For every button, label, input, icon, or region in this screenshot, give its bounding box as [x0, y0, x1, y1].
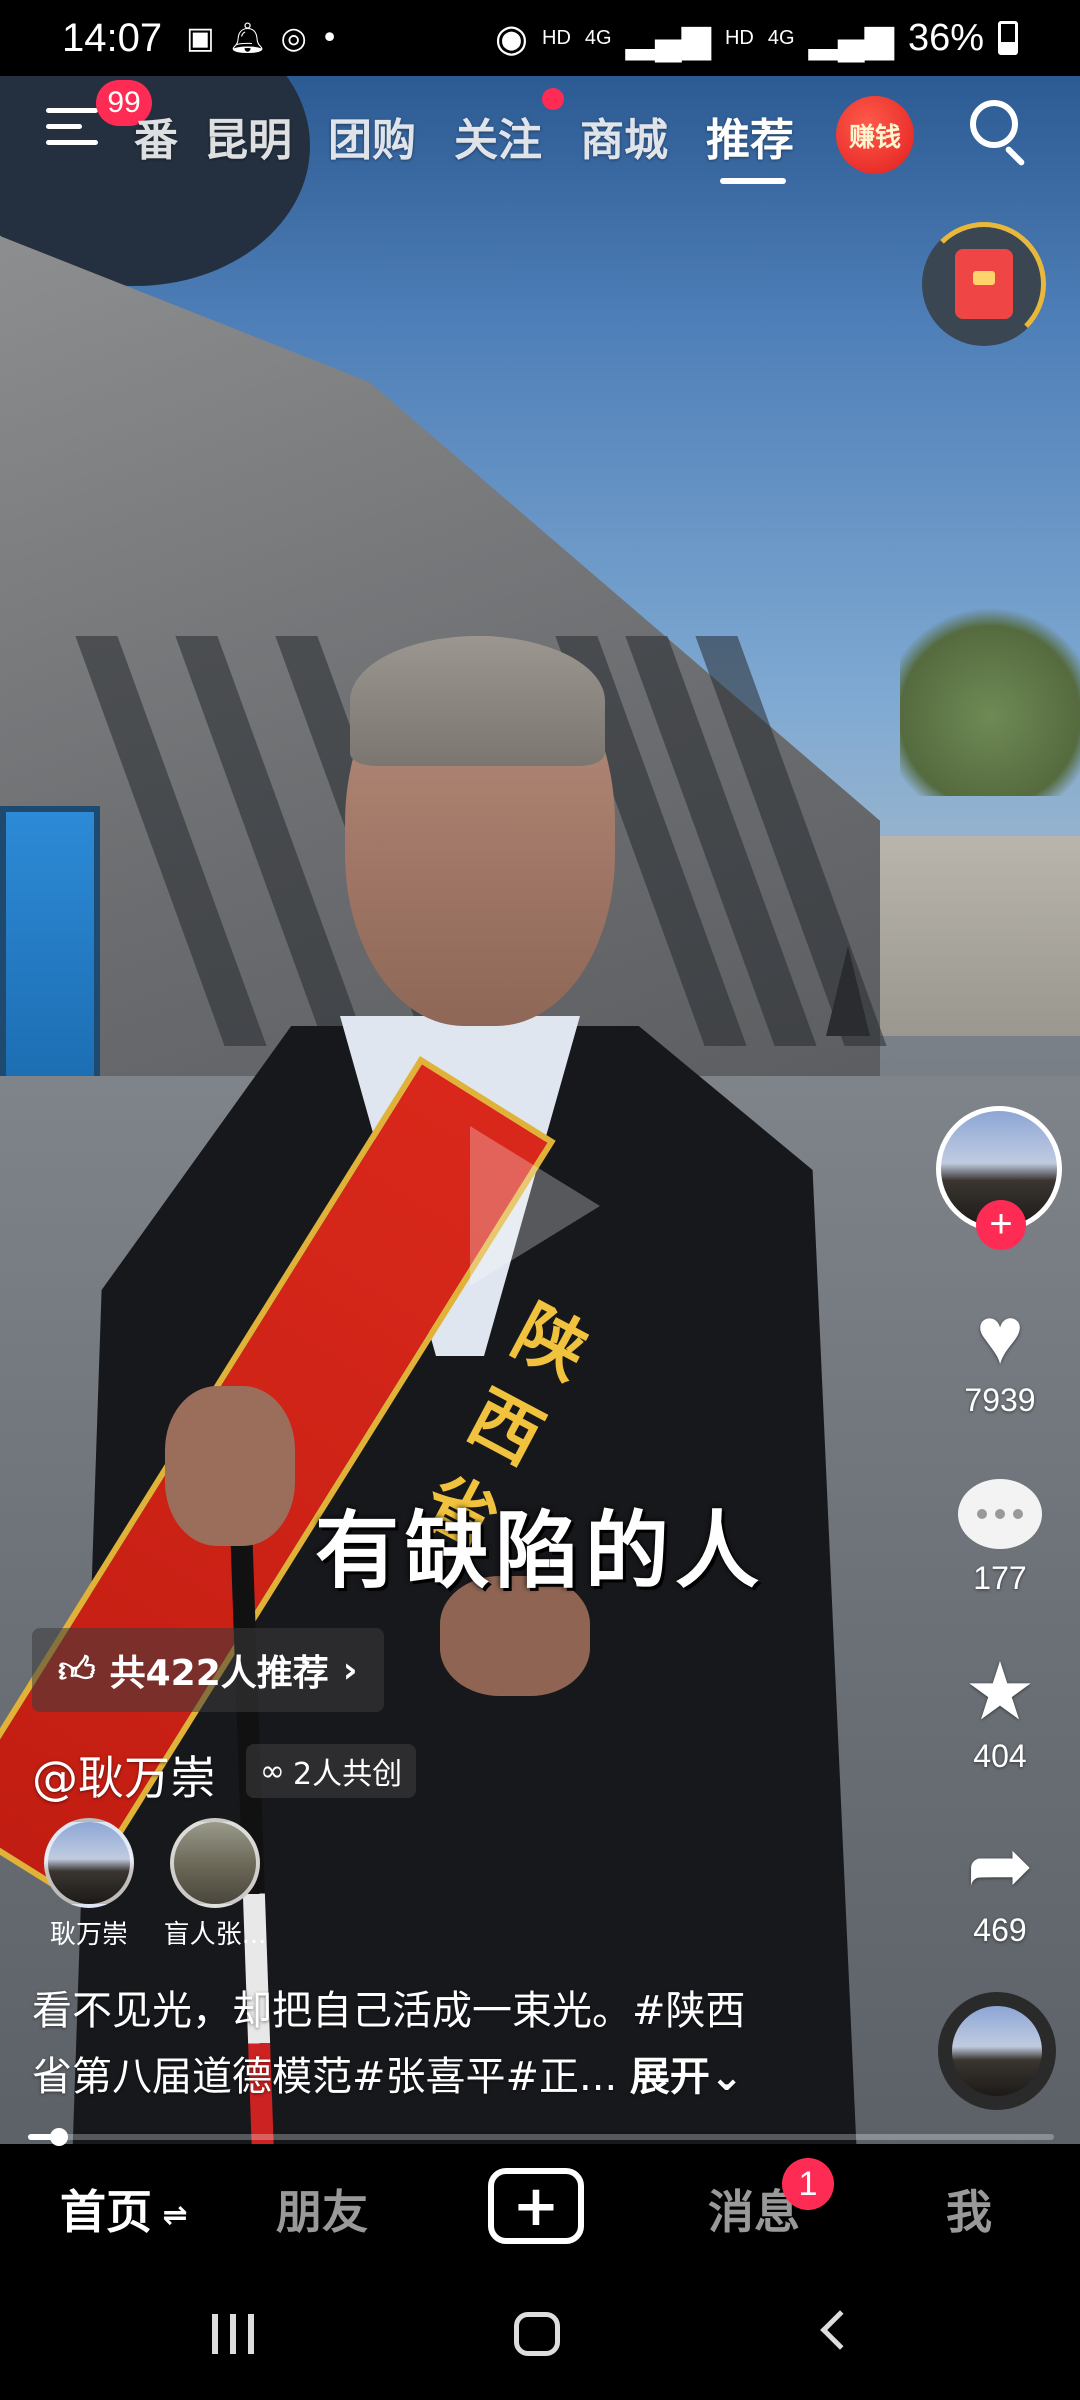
messages-badge: 1 — [782, 2158, 834, 2210]
network-label-hd-2: HD — [724, 26, 754, 49]
person-hair — [350, 636, 605, 766]
tab-recommend[interactable]: 推荐 — [706, 104, 794, 168]
create-button[interactable]: + — [488, 2168, 584, 2244]
heart-icon: ♥ — [976, 1291, 1024, 1380]
network-label-hd: HD — [542, 26, 571, 49]
link-icon: ∞ — [260, 1753, 285, 1789]
battery-icon — [998, 21, 1018, 55]
bottom-tab-bar: 首页 ⇌ 朋友 + 消息 我 — [0, 2146, 1080, 2270]
home-icon[interactable] — [514, 2312, 560, 2356]
expand-button[interactable]: 展开⌄ — [630, 2054, 744, 2100]
favorite-button[interactable]: ★ 404 — [930, 1646, 1070, 1775]
menu-icon[interactable] — [46, 108, 98, 150]
tab-mall[interactable]: 商城 — [580, 104, 668, 168]
signal-icon-2: ▂▄▆ — [808, 17, 894, 60]
video-player[interactable]: 陕西省 — [0, 76, 1080, 2144]
comment-icon — [958, 1479, 1042, 1549]
comment-button[interactable]: 177 — [930, 1468, 1070, 1597]
progress-handle[interactable] — [49, 2128, 68, 2146]
status-time: 14:07 — [62, 15, 163, 60]
red-envelope-icon — [955, 249, 1013, 319]
network-label-4g-2: 4G — [767, 26, 795, 49]
share-arrow-icon: ➦ — [966, 1821, 1034, 1910]
thumbs-up-icon: 👍︎ — [58, 1650, 96, 1691]
dot-icon: • — [320, 20, 339, 56]
tab-kunming[interactable]: 昆明 — [204, 104, 292, 168]
kiosk — [0, 806, 100, 1106]
cocreate-chip[interactable]: ∞ 2人共创 — [246, 1744, 417, 1798]
share-count: 469 — [973, 1912, 1027, 1948]
trees — [900, 596, 1080, 796]
follow-button[interactable]: + — [976, 1200, 1026, 1250]
hotspot-icon: ◉ — [494, 17, 529, 60]
cocreate-label: 2人共创 — [293, 1757, 403, 1792]
gallery-icon: ▣ — [186, 20, 215, 56]
video-description[interactable]: 看不见光，却把自己活成一束光。#陕西 省第八届道德模范#张喜平#正... 展开⌄ — [32, 1978, 812, 2110]
status-bar: 14:07 ▣ 🔔︎ ◎ • ◉ HD 4G ▂▄▆ HD 4G ▂▄▆ 36% — [0, 0, 1080, 76]
comment-count: 177 — [973, 1560, 1027, 1596]
cocreator-avatar[interactable] — [44, 1818, 134, 1908]
recommend-text: 共422人推荐 — [109, 1653, 329, 1694]
star-icon: ★ — [964, 1647, 1036, 1736]
music-disc[interactable] — [938, 1992, 1056, 2110]
chevron-down-icon: ⌄ — [709, 2054, 744, 2100]
alarm-bell-icon: 🔔︎ — [228, 20, 267, 56]
tab-following[interactable]: 关注 — [454, 104, 542, 168]
cocreator-name[interactable]: 盲人张... — [140, 1914, 290, 1951]
swap-icon: ⇌ — [152, 2198, 188, 2233]
author-name[interactable]: @耿万崇 — [32, 1742, 216, 1808]
chevron-right-icon: › — [342, 1649, 358, 1691]
video-subtitle: 有缺陷的人 — [314, 1501, 765, 1600]
description-line: 看不见光，却把自己活成一束光。#陕西 — [32, 1988, 746, 2034]
tab-friends[interactable]: 朋友 — [276, 2176, 368, 2242]
active-tab-indicator — [720, 178, 786, 184]
description-line: 省第八届道德模范#张喜平#正... — [32, 2054, 618, 2100]
traffic-cone — [826, 946, 870, 1036]
tab-partial[interactable]: 番 — [134, 104, 178, 168]
wechat-icon: ◎ — [280, 20, 307, 56]
tab-groupbuy[interactable]: 团购 — [328, 104, 416, 168]
recents-icon[interactable] — [212, 2314, 254, 2354]
search-icon[interactable] — [970, 100, 1032, 167]
play-icon[interactable] — [470, 1126, 600, 1286]
system-nav-bar — [0, 2270, 1080, 2400]
earn-money-button[interactable]: 赚钱 — [836, 96, 914, 174]
cocreator-avatar[interactable] — [170, 1818, 260, 1908]
red-packet-button[interactable] — [922, 222, 1046, 346]
recommend-chip[interactable]: 👍︎ 共422人推荐 › — [32, 1628, 384, 1712]
like-button[interactable]: ♥ 7939 — [930, 1290, 1070, 1419]
battery-text: 36% — [907, 16, 984, 59]
tab-home[interactable]: 首页 ⇌ — [60, 2176, 188, 2242]
network-label-4g: 4G — [584, 26, 612, 49]
signal-icon: ▂▄▆ — [625, 17, 711, 60]
video-progress-bar[interactable] — [28, 2128, 1054, 2146]
share-button[interactable]: ➦ 469 — [930, 1820, 1070, 1949]
favorite-count: 404 — [973, 1738, 1027, 1774]
tab-me[interactable]: 我 — [946, 2176, 992, 2242]
following-dot-badge — [542, 88, 564, 110]
like-count: 7939 — [964, 1382, 1036, 1418]
back-icon[interactable] — [820, 2310, 860, 2350]
